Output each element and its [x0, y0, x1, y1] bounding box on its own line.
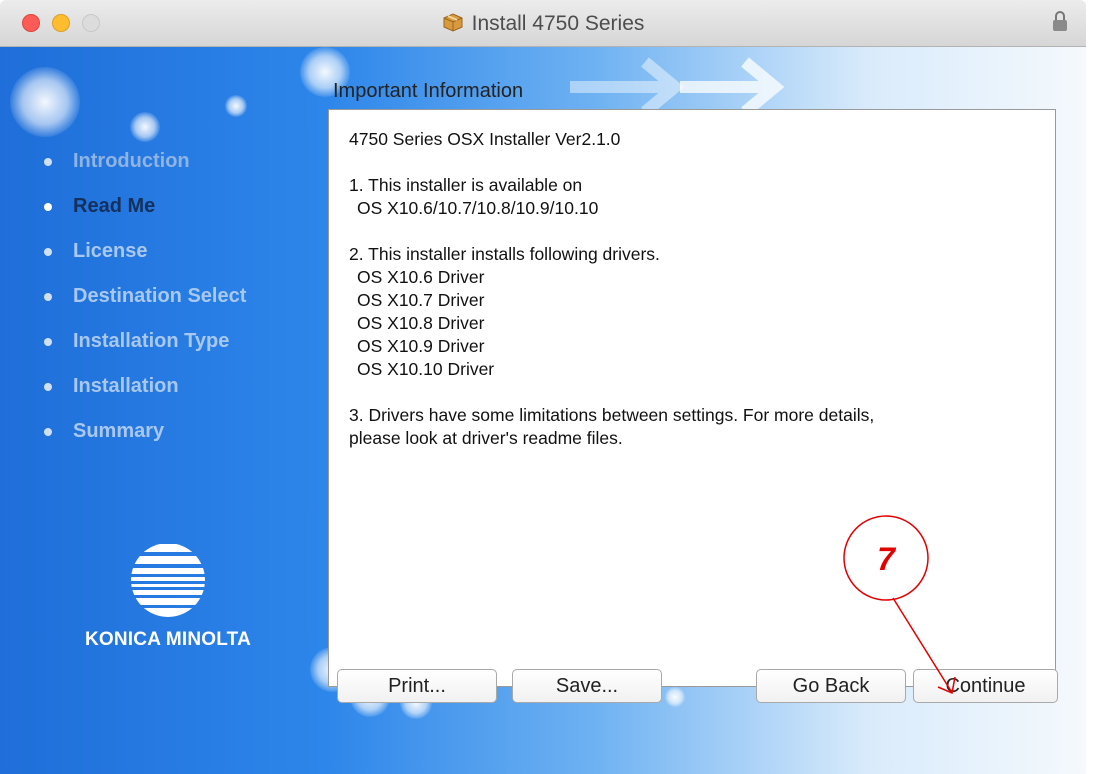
- readme-line: 2. This installer installs following dri…: [349, 244, 660, 264]
- readme-line: please look at driver's readme files.: [349, 428, 623, 448]
- step-installation-type: Installation Type: [40, 327, 246, 372]
- readme-line: 3. Drivers have some limitations between…: [349, 405, 875, 425]
- readme-line: 4750 Series OSX Installer Ver2.1.0: [349, 129, 621, 149]
- step-introduction: Introduction: [40, 147, 246, 192]
- step-license: License: [40, 237, 246, 282]
- driver-item: OS X10.7 Driver: [357, 290, 485, 310]
- installer-steps: Introduction Read Me License Destination…: [40, 147, 246, 462]
- logo-text: KONICA MINOLTA: [84, 629, 252, 650]
- decorative-bubble: [225, 95, 247, 117]
- decorative-bubble: [665, 687, 685, 707]
- step-summary: Summary: [40, 417, 246, 462]
- save-button[interactable]: Save...: [512, 669, 662, 703]
- package-icon: [443, 13, 463, 32]
- driver-item: OS X10.8 Driver: [357, 313, 485, 333]
- continue-button[interactable]: Continue: [913, 669, 1058, 703]
- installer-window: Install 4750 Series Introduction Read Me…: [0, 0, 1086, 774]
- section-title: Important Information: [333, 80, 524, 102]
- lock-icon[interactable]: [1052, 10, 1068, 32]
- driver-item: OS X10.10 Driver: [357, 359, 495, 379]
- window-title-area: Install 4750 Series: [0, 11, 1086, 36]
- print-button[interactable]: Print...: [337, 669, 497, 703]
- decorative-bubble: [10, 67, 80, 137]
- readme-content[interactable]: 4750 Series OSX Installer Ver2.1.0 1. Th…: [328, 109, 1056, 687]
- window-title: Install 4750 Series: [471, 12, 645, 35]
- readme-line: 1. This installer is available on: [349, 175, 583, 195]
- driver-item: OS X10.6 Driver: [357, 267, 485, 287]
- driver-item: OS X10.9 Driver: [357, 336, 485, 356]
- readme-line: OS X10.6/10.7/10.8/10.9/10.10: [357, 198, 599, 218]
- title-bar: Install 4750 Series: [0, 0, 1086, 47]
- step-read-me: Read Me: [40, 192, 246, 237]
- decorative-bubble: [130, 112, 160, 142]
- installer-background: Introduction Read Me License Destination…: [0, 47, 1086, 774]
- go-back-button[interactable]: Go Back: [756, 669, 906, 703]
- step-installation: Installation: [40, 372, 246, 417]
- konica-minolta-globe-icon: [131, 544, 205, 617]
- konica-minolta-logo: KONICA MINOLTA: [68, 542, 268, 651]
- step-destination-select: Destination Select: [40, 282, 246, 327]
